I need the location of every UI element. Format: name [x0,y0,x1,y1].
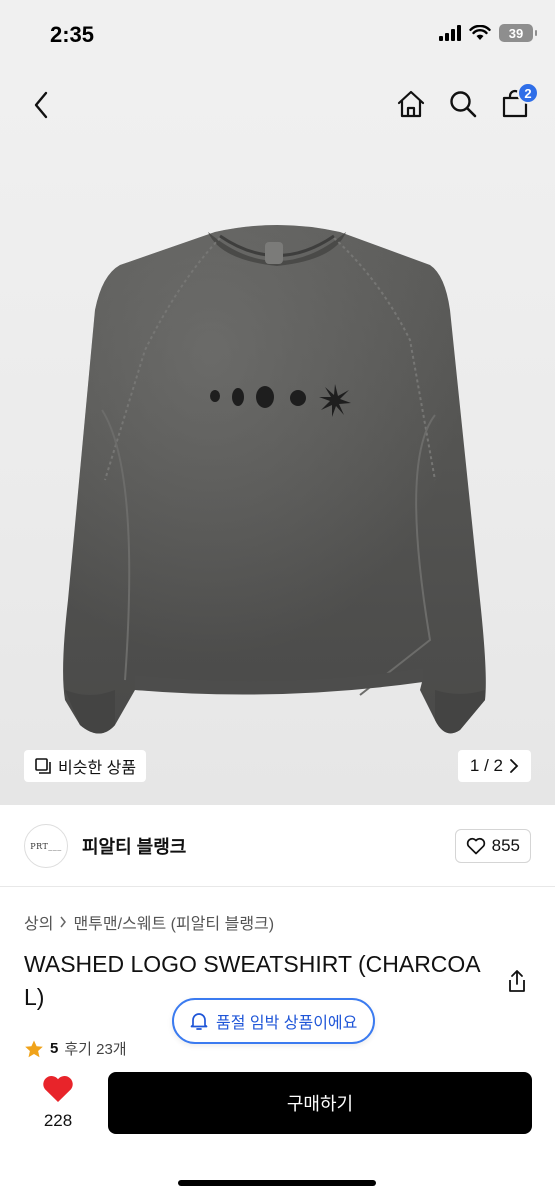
wishlist-button[interactable]: 228 [30,1074,86,1131]
status-bar: 2:35 39 [0,0,555,70]
similar-products-label: 비슷한 상품 [58,760,137,777]
review-count: 후기 23개 [64,1041,127,1058]
pager-text: 1 / 2 [469,756,503,775]
back-icon [34,91,48,119]
product-image[interactable] [40,220,515,760]
home-button[interactable] [395,88,427,120]
status-icons: 39 [439,24,537,42]
brand-name[interactable]: 피알티 블랭크 [82,833,186,859]
cart-count-badge: 2 [517,82,539,104]
breadcrumb-category[interactable]: 상의 [24,910,53,934]
heart-outline-icon [466,837,485,855]
stock-notice[interactable]: 품절 임박 상품이에요 [172,998,376,1044]
bell-icon [190,1013,208,1030]
chevron-right-icon [510,759,519,773]
brand-logo-text: PRT___ [30,841,62,851]
share-button[interactable] [505,968,529,994]
rating-row[interactable]: 5 후기 23개 [24,1038,127,1059]
battery-indicator: 39 [499,24,537,42]
brand-like-button[interactable]: 855 [454,829,531,863]
home-icon [397,90,425,118]
similar-icon [35,758,51,774]
bottom-action-bar: 228 구매하기 [0,1058,555,1200]
image-pager[interactable]: 1 / 2 [457,750,531,782]
wifi-icon [469,25,491,40]
back-button[interactable] [26,90,56,120]
top-actions: 2 [395,82,539,120]
brand-like-count: 855 [491,836,520,855]
home-indicator [178,1180,376,1186]
rating-score: 5 [50,1040,59,1057]
search-button[interactable] [447,88,479,120]
product-gallery[interactable]: 2 비슷한 상품 1 / 2 [0,70,555,805]
share-icon [509,970,525,992]
heart-filled-icon [43,1075,73,1102]
similar-products-button[interactable]: 비슷한 상품 [24,750,147,782]
buy-button[interactable]: 구매하기 [108,1072,532,1134]
chevron-right-icon [60,916,67,928]
battery-level: 39 [508,25,524,41]
status-time: 2:35 [50,22,95,47]
cart-button[interactable]: 2 [499,82,539,120]
signal-icon [439,25,461,41]
breadcrumb-subcategory[interactable]: 맨투맨/스웨트 (피알티 블랭크) [73,910,274,934]
breadcrumb: 상의 맨투맨/스웨트 (피알티 블랭크) [24,910,274,934]
brand-row: PRT___ 피알티 블랭크 855 [0,805,555,887]
search-icon [450,91,477,118]
wishlist-count: 228 [43,1111,73,1130]
star-icon [25,1040,43,1057]
brand-logo[interactable]: PRT___ [24,824,68,868]
stock-notice-text: 품절 임박 상품이에요 [216,1015,358,1032]
